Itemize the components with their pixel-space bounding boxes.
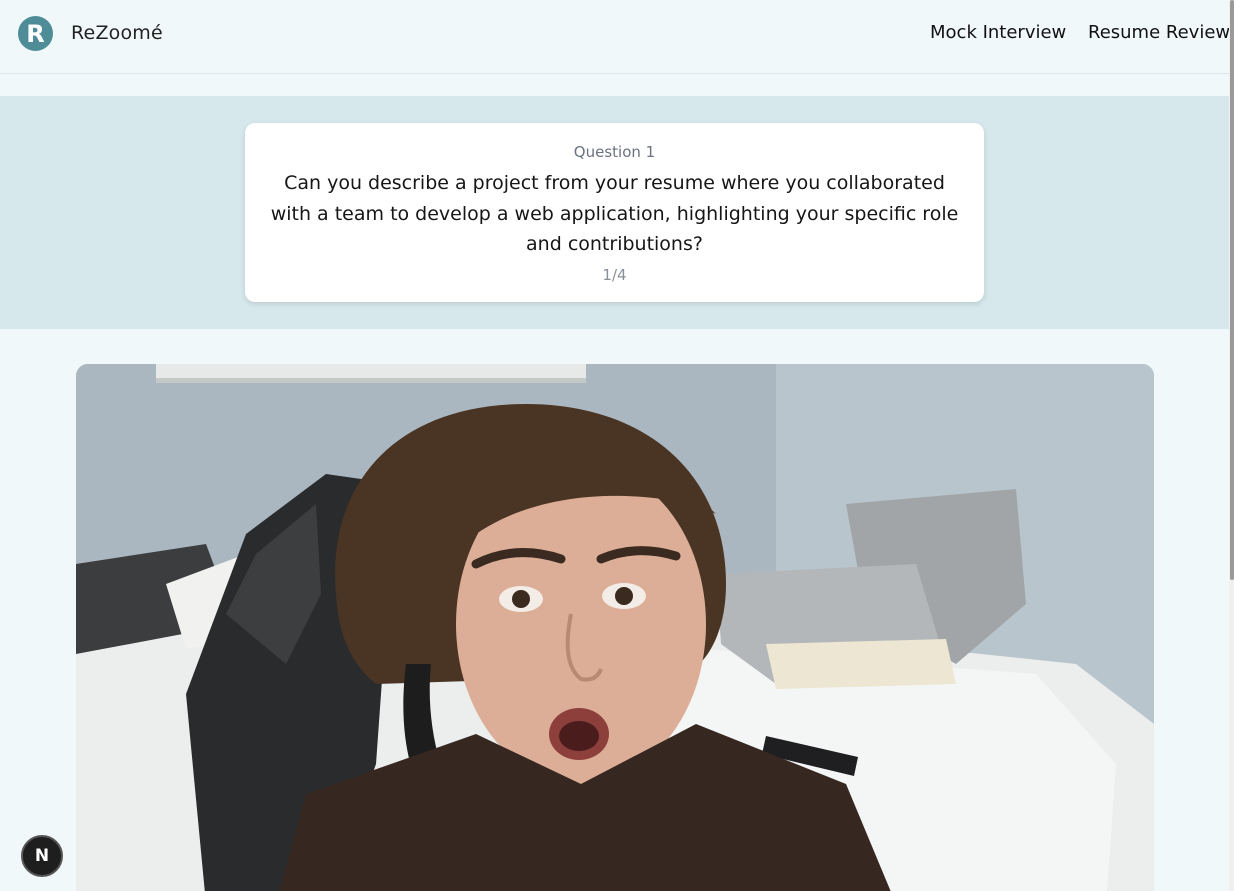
logo-letter: R bbox=[26, 19, 45, 48]
top-navbar: R ReZoomé Mock Interview Resume Review bbox=[0, 0, 1230, 74]
question-section: Question 1 Can you describe a project fr… bbox=[0, 96, 1229, 329]
question-text: Can you describe a project from your res… bbox=[270, 172, 959, 255]
logo-icon[interactable]: R bbox=[18, 16, 53, 51]
nextjs-icon[interactable]: N bbox=[21, 835, 63, 877]
scrollbar-thumb[interactable] bbox=[1230, 0, 1234, 580]
nav-resume-review[interactable]: Resume Review bbox=[1088, 22, 1230, 43]
question-number: Question 1 bbox=[573, 143, 656, 161]
webcam-feed-image bbox=[76, 364, 1154, 891]
nav-mock-interview[interactable]: Mock Interview bbox=[930, 22, 1066, 43]
question-card: Question 1 Can you describe a project fr… bbox=[245, 123, 984, 302]
brand-name[interactable]: ReZoomé bbox=[71, 22, 163, 44]
dev-badge-letter: N bbox=[34, 846, 50, 866]
question-progress: 1/4 bbox=[602, 266, 627, 284]
webcam-video bbox=[76, 364, 1154, 891]
